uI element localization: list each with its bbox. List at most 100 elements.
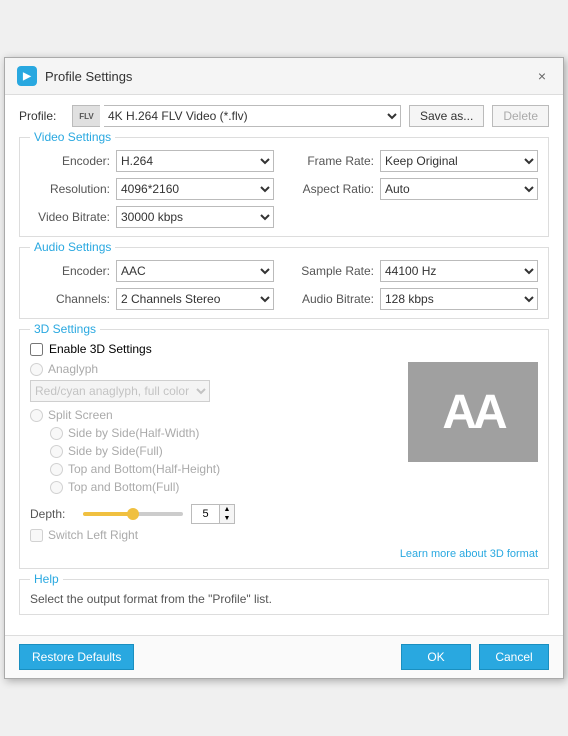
profile-settings-dialog: ▶ Profile Settings × Profile: FLV 4K H.2… — [4, 57, 564, 679]
top-bottom-full-radio[interactable] — [50, 481, 63, 494]
top-bottom-half-radio[interactable] — [50, 463, 63, 476]
threed-settings-content: Enable 3D Settings Anaglyph Red/cyan ana… — [30, 342, 538, 560]
bottom-bar: Restore Defaults OK Cancel — [5, 635, 563, 678]
split-screen-radio[interactable] — [30, 409, 43, 422]
split-option-3: Top and Bottom(Full) — [50, 480, 398, 494]
depth-decrement-button[interactable]: ▼ — [220, 514, 234, 523]
switch-left-right-label: Switch Left Right — [48, 528, 138, 542]
audio-encoder-label: Encoder: — [30, 264, 110, 278]
video-bitrate-label: Video Bitrate: — [30, 210, 110, 224]
dialog-title: Profile Settings — [45, 69, 132, 84]
cancel-button[interactable]: Cancel — [479, 644, 549, 670]
frame-rate-row: Frame Rate: Keep Original — [294, 150, 538, 172]
title-bar-left: ▶ Profile Settings — [17, 66, 132, 86]
sample-rate-select[interactable]: 44100 Hz — [380, 260, 538, 282]
encoder-label: Encoder: — [30, 154, 110, 168]
dialog-content: Profile: FLV 4K H.264 FLV Video (*.flv) … — [5, 95, 563, 635]
threed-settings-title: 3D Settings — [30, 322, 100, 336]
anaglyph-label: Anaglyph — [48, 362, 98, 376]
video-left-col: Encoder: H.264 Resolution: 4096*2160 — [30, 150, 274, 228]
bottom-right-buttons: OK Cancel — [401, 644, 549, 670]
split-option-2-label: Top and Bottom(Half-Height) — [68, 462, 220, 476]
title-bar: ▶ Profile Settings × — [5, 58, 563, 95]
encoder-select[interactable]: H.264 — [116, 150, 274, 172]
audio-bitrate-select[interactable]: 128 kbps — [380, 288, 538, 310]
profile-format-icon: FLV — [72, 105, 100, 127]
audio-encoder-select[interactable]: AAC — [116, 260, 274, 282]
anaglyph-radio-row: Anaglyph — [30, 362, 398, 376]
frame-rate-select[interactable]: Keep Original — [380, 150, 538, 172]
depth-row: Depth: ▲ ▼ — [30, 504, 538, 524]
profile-select[interactable]: 4K H.264 FLV Video (*.flv) — [104, 105, 401, 127]
app-icon-text: ▶ — [23, 71, 31, 82]
depth-slider[interactable] — [83, 512, 183, 516]
video-settings-title: Video Settings — [30, 130, 115, 144]
audio-right-col: Sample Rate: 44100 Hz Audio Bitrate: 128… — [294, 260, 538, 310]
help-text: Select the output format from the "Profi… — [30, 592, 538, 606]
aspect-ratio-select[interactable]: Auto — [380, 178, 538, 200]
audio-settings-title: Audio Settings — [30, 240, 115, 254]
split-option-1: Side by Side(Full) — [50, 444, 398, 458]
enable-3d-row: Enable 3D Settings — [30, 342, 538, 356]
depth-value-input[interactable] — [191, 504, 219, 524]
audio-left-col: Encoder: AAC Channels: 2 Channels Stereo — [30, 260, 274, 310]
resolution-label: Resolution: — [30, 182, 110, 196]
audio-bitrate-label: Audio Bitrate: — [294, 292, 374, 306]
sample-rate-row: Sample Rate: 44100 Hz — [294, 260, 538, 282]
split-option-3-label: Top and Bottom(Full) — [68, 480, 179, 494]
side-by-side-full-radio[interactable] — [50, 445, 63, 458]
frame-rate-label: Frame Rate: — [294, 154, 374, 168]
switch-left-right-row: Switch Left Right — [30, 528, 538, 542]
ok-button[interactable]: OK — [401, 644, 471, 670]
video-bitrate-row: Video Bitrate: 30000 kbps — [30, 206, 274, 228]
save-as-button[interactable]: Save as... — [409, 105, 484, 127]
audio-encoder-row: Encoder: AAC — [30, 260, 274, 282]
threed-main-area: Anaglyph Red/cyan anaglyph, full color S… — [30, 362, 538, 498]
split-screen-radio-row: Split Screen — [30, 408, 398, 422]
split-screen-label: Split Screen — [48, 408, 113, 422]
anaglyph-select-row: Red/cyan anaglyph, full color — [30, 380, 398, 402]
learn-more-row: Learn more about 3D format — [30, 546, 538, 560]
audio-settings-content: Encoder: AAC Channels: 2 Channels Stereo — [30, 260, 538, 310]
depth-spin-buttons: ▲ ▼ — [219, 504, 235, 524]
anaglyph-radio[interactable] — [30, 363, 43, 376]
enable-3d-label: Enable 3D Settings — [49, 342, 152, 356]
switch-left-right-checkbox[interactable] — [30, 529, 43, 542]
split-option-2: Top and Bottom(Half-Height) — [50, 462, 398, 476]
video-settings-content: Encoder: H.264 Resolution: 4096*2160 — [30, 150, 538, 228]
threed-options-left: Anaglyph Red/cyan anaglyph, full color S… — [30, 362, 398, 498]
restore-defaults-button[interactable]: Restore Defaults — [19, 644, 134, 670]
close-button[interactable]: × — [533, 67, 551, 85]
enable-3d-checkbox[interactable] — [30, 343, 43, 356]
profile-label: Profile: — [19, 109, 64, 123]
depth-label: Depth: — [30, 507, 75, 521]
video-right-col: Frame Rate: Keep Original Aspect Ratio: … — [294, 150, 538, 228]
learn-more-link[interactable]: Learn more about 3D format — [400, 548, 538, 560]
encoder-row: Encoder: H.264 — [30, 150, 274, 172]
aspect-ratio-label: Aspect Ratio: — [294, 182, 374, 196]
audio-form-grid: Encoder: AAC Channels: 2 Channels Stereo — [30, 260, 538, 310]
channels-select[interactable]: 2 Channels Stereo — [116, 288, 274, 310]
split-option-1-label: Side by Side(Full) — [68, 444, 163, 458]
aspect-ratio-row: Aspect Ratio: Auto — [294, 178, 538, 200]
threed-preview-text: AA — [442, 385, 503, 440]
channels-row: Channels: 2 Channels Stereo — [30, 288, 274, 310]
audio-settings-section: Audio Settings Encoder: AAC Channels: — [19, 247, 549, 319]
anaglyph-type-select: Red/cyan anaglyph, full color — [30, 380, 210, 402]
split-option-0: Side by Side(Half-Width) — [50, 426, 398, 440]
audio-bitrate-row: Audio Bitrate: 128 kbps — [294, 288, 538, 310]
video-settings-section: Video Settings Encoder: H.264 Resolution… — [19, 137, 549, 237]
split-screen-options: Side by Side(Half-Width) Side by Side(Fu… — [30, 426, 398, 494]
depth-spinbox: ▲ ▼ — [191, 504, 235, 524]
threed-settings-section: 3D Settings Enable 3D Settings Anaglyph — [19, 329, 549, 569]
profile-row: Profile: FLV 4K H.264 FLV Video (*.flv) … — [19, 105, 549, 127]
channels-label: Channels: — [30, 292, 110, 306]
resolution-row: Resolution: 4096*2160 — [30, 178, 274, 200]
video-bitrate-select[interactable]: 30000 kbps — [116, 206, 274, 228]
depth-increment-button[interactable]: ▲ — [220, 505, 234, 514]
side-by-side-half-radio[interactable] — [50, 427, 63, 440]
help-title: Help — [30, 572, 63, 586]
app-icon: ▶ — [17, 66, 37, 86]
resolution-select[interactable]: 4096*2160 — [116, 178, 274, 200]
delete-button[interactable]: Delete — [492, 105, 549, 127]
